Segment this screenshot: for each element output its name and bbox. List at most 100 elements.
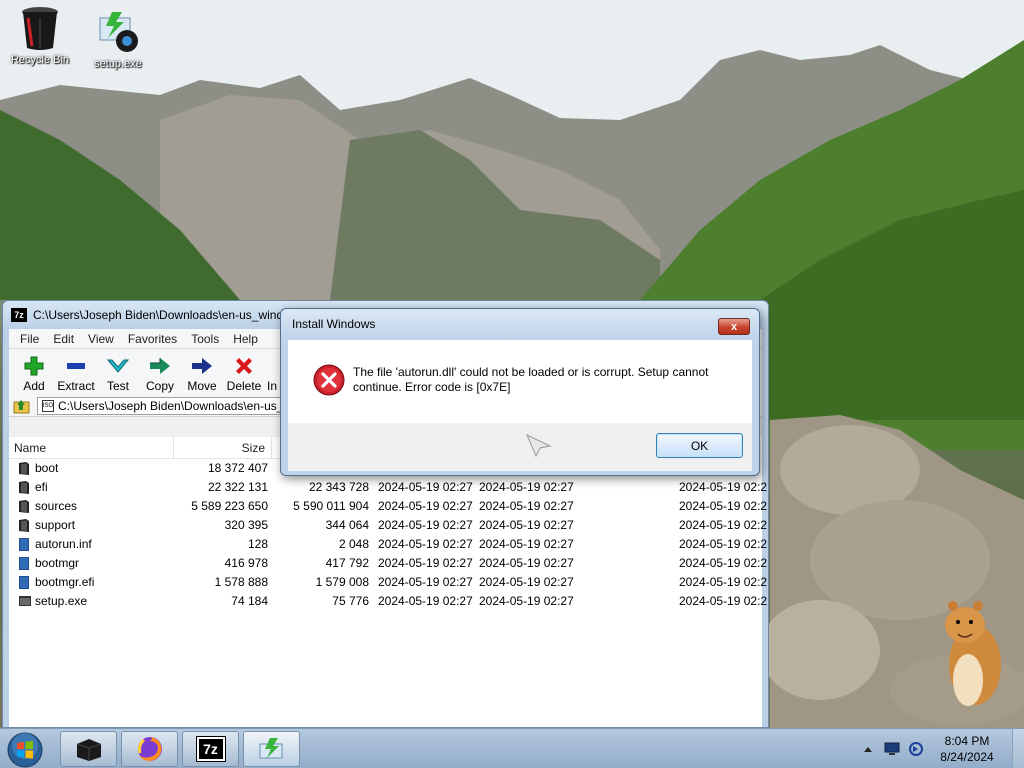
folder-icon [19, 481, 29, 494]
info-button[interactable]: In [265, 355, 279, 393]
show-hidden-icons-arrow-icon[interactable] [860, 742, 876, 756]
clock-time: 8:04 PM [944, 734, 990, 748]
move-button[interactable]: Move [181, 355, 223, 393]
iso-file-icon: ISO [42, 399, 54, 412]
add-button[interactable]: Add [13, 355, 55, 393]
file-created: 2024-05-19 02:27 [479, 556, 574, 570]
taskbar-app-7zip[interactable]: 7z [182, 731, 239, 767]
file-modified: 2024-05-19 02:27 [378, 575, 473, 589]
table-row[interactable]: sources 5 589 223 650 5 590 011 904 2024-05… [9, 497, 767, 516]
test-check-icon [97, 355, 139, 377]
file-icon [19, 576, 29, 589]
file-size: 128 [247, 537, 268, 551]
file-size: 74 184 [231, 594, 268, 608]
recycle-bin-desktop-icon[interactable]: Recycle Bin [2, 4, 78, 66]
folder-icon [19, 519, 29, 532]
menu-favorites[interactable]: Favorites [121, 332, 184, 346]
file-packed-size: 2 048 [338, 537, 369, 551]
menu-tools[interactable]: Tools [184, 332, 226, 346]
file-name: setup.exe [35, 594, 88, 608]
table-row[interactable]: bootmgr 416 978 417 792 2024-05-19 02:27 202… [9, 554, 767, 573]
file-packed-size: 22 343 728 [308, 480, 369, 494]
file-packed-size: 1 579 008 [315, 575, 369, 589]
copy-button[interactable]: Copy [139, 355, 181, 393]
file-size: 5 589 223 650 [191, 499, 268, 513]
file-packed-size: 5 590 011 904 [293, 499, 369, 513]
file-icon [19, 557, 29, 570]
column-name-header[interactable]: Name [9, 437, 174, 458]
clock-date: 8/24/2024 [940, 750, 994, 764]
file-name: support [35, 518, 76, 532]
address-field[interactable]: ISO C:\Users\Joseph Biden\Downloads\en-u… [37, 396, 317, 415]
mouse-cursor-icon [526, 434, 552, 458]
taskbar-app-firefox[interactable] [121, 731, 178, 767]
file-accessed: 2024-05-19 02:2 [679, 480, 768, 494]
file-accessed: 2024-05-19 02:2 [679, 518, 768, 532]
file-name: bootmgr.efi [35, 575, 95, 589]
file-modified: 2024-05-19 02:27 [378, 537, 473, 551]
file-name: bootmgr [35, 556, 80, 570]
column-size-header[interactable]: Size [174, 437, 272, 458]
file-name: sources [35, 499, 78, 513]
table-row[interactable]: setup.exe 74 184 75 776 2024-05-19 02:27 202… [9, 592, 767, 611]
clock[interactable]: 8:04 PM 8/24/2024 [932, 733, 1002, 765]
menu-view[interactable]: View [81, 332, 121, 346]
file-created: 2024-05-19 02:27 [479, 594, 574, 608]
taskbar-app-explorer[interactable] [60, 731, 117, 767]
table-row[interactable]: support 320 395 344 064 2024-05-19 02:27 202… [9, 516, 767, 535]
taskbar-app-setup[interactable] [243, 731, 300, 767]
error-message: The file 'autorun.dll' could not be load… [353, 365, 709, 394]
close-icon: x [730, 320, 738, 333]
file-accessed: 2024-05-19 02:2 [679, 594, 768, 608]
extract-button[interactable]: Extract [55, 355, 97, 393]
dialog-title: Install Windows [281, 309, 759, 339]
address-path: C:\Users\Joseph Biden\Downloads\en-us_ [58, 398, 284, 413]
test-button[interactable]: Test [97, 355, 139, 393]
file-accessed: 2024-05-19 02:2 [679, 575, 768, 589]
menu-file[interactable]: File [13, 332, 46, 346]
folder-up-icon[interactable] [13, 398, 31, 414]
file-accessed: 2024-05-19 02:2 [679, 537, 768, 551]
file-modified: 2024-05-19 02:27 [378, 556, 473, 570]
show-desktop-button[interactable] [1012, 729, 1024, 768]
extract-minus-icon [55, 355, 97, 377]
delete-x-icon [223, 355, 265, 377]
file-list[interactable]: Name Size boot 18 372 407 efi 22 322 131 22 … [9, 437, 767, 727]
recycle-bin-icon [16, 4, 64, 52]
file-created: 2024-05-19 02:27 [479, 480, 574, 494]
delete-button[interactable]: Delete [223, 355, 265, 393]
install-windows-error-dialog[interactable]: Install Windows x The file 'autorun.dll'… [280, 308, 760, 476]
file-size: 416 978 [224, 556, 268, 570]
ok-button[interactable]: OK [656, 433, 743, 458]
file-created: 2024-05-19 02:27 [479, 499, 574, 513]
firefox-icon [137, 737, 162, 761]
file-packed-size: 417 792 [325, 556, 369, 570]
table-row[interactable]: efi 22 322 131 22 343 728 2024-05-19 02:27 2… [9, 478, 767, 497]
info-icon [265, 355, 279, 377]
menu-edit[interactable]: Edit [46, 332, 81, 346]
close-button[interactable]: x [718, 318, 750, 335]
table-row[interactable]: bootmgr.efi 1 578 888 1 579 008 2024-05-19 … [9, 573, 767, 592]
file-size: 22 322 131 [207, 480, 268, 494]
menu-help[interactable]: Help [226, 332, 265, 346]
start-button[interactable] [6, 731, 44, 768]
windows-logo-icon [7, 732, 43, 768]
taskbar: 7z 8:04 PM 8/24/2024 [0, 728, 1024, 768]
volume-icon[interactable] [908, 742, 924, 756]
file-modified: 2024-05-19 02:27 [378, 594, 473, 608]
folder-icon [19, 500, 29, 513]
file-modified: 2024-05-19 02:27 [378, 480, 473, 494]
dialog-body: The file 'autorun.dll' could not be load… [288, 340, 752, 423]
file-created: 2024-05-19 02:27 [479, 537, 574, 551]
file-modified: 2024-05-19 02:27 [378, 499, 473, 513]
add-plus-icon [13, 355, 55, 377]
file-size: 1 578 888 [214, 575, 268, 589]
file-accessed: 2024-05-19 02:2 [679, 499, 768, 513]
network-icon[interactable] [884, 742, 900, 756]
window-title: C:\Users\Joseph Biden\Downloads\en-us_wi… [33, 308, 303, 322]
table-row[interactable]: autorun.inf 128 2 048 2024-05-19 02:27 2024-… [9, 535, 767, 554]
file-modified: 2024-05-19 02:27 [378, 518, 473, 532]
file-name: efi [35, 480, 48, 494]
setup-exe-desktop-icon[interactable]: setup.exe [80, 8, 156, 70]
file-created: 2024-05-19 02:27 [479, 518, 574, 532]
